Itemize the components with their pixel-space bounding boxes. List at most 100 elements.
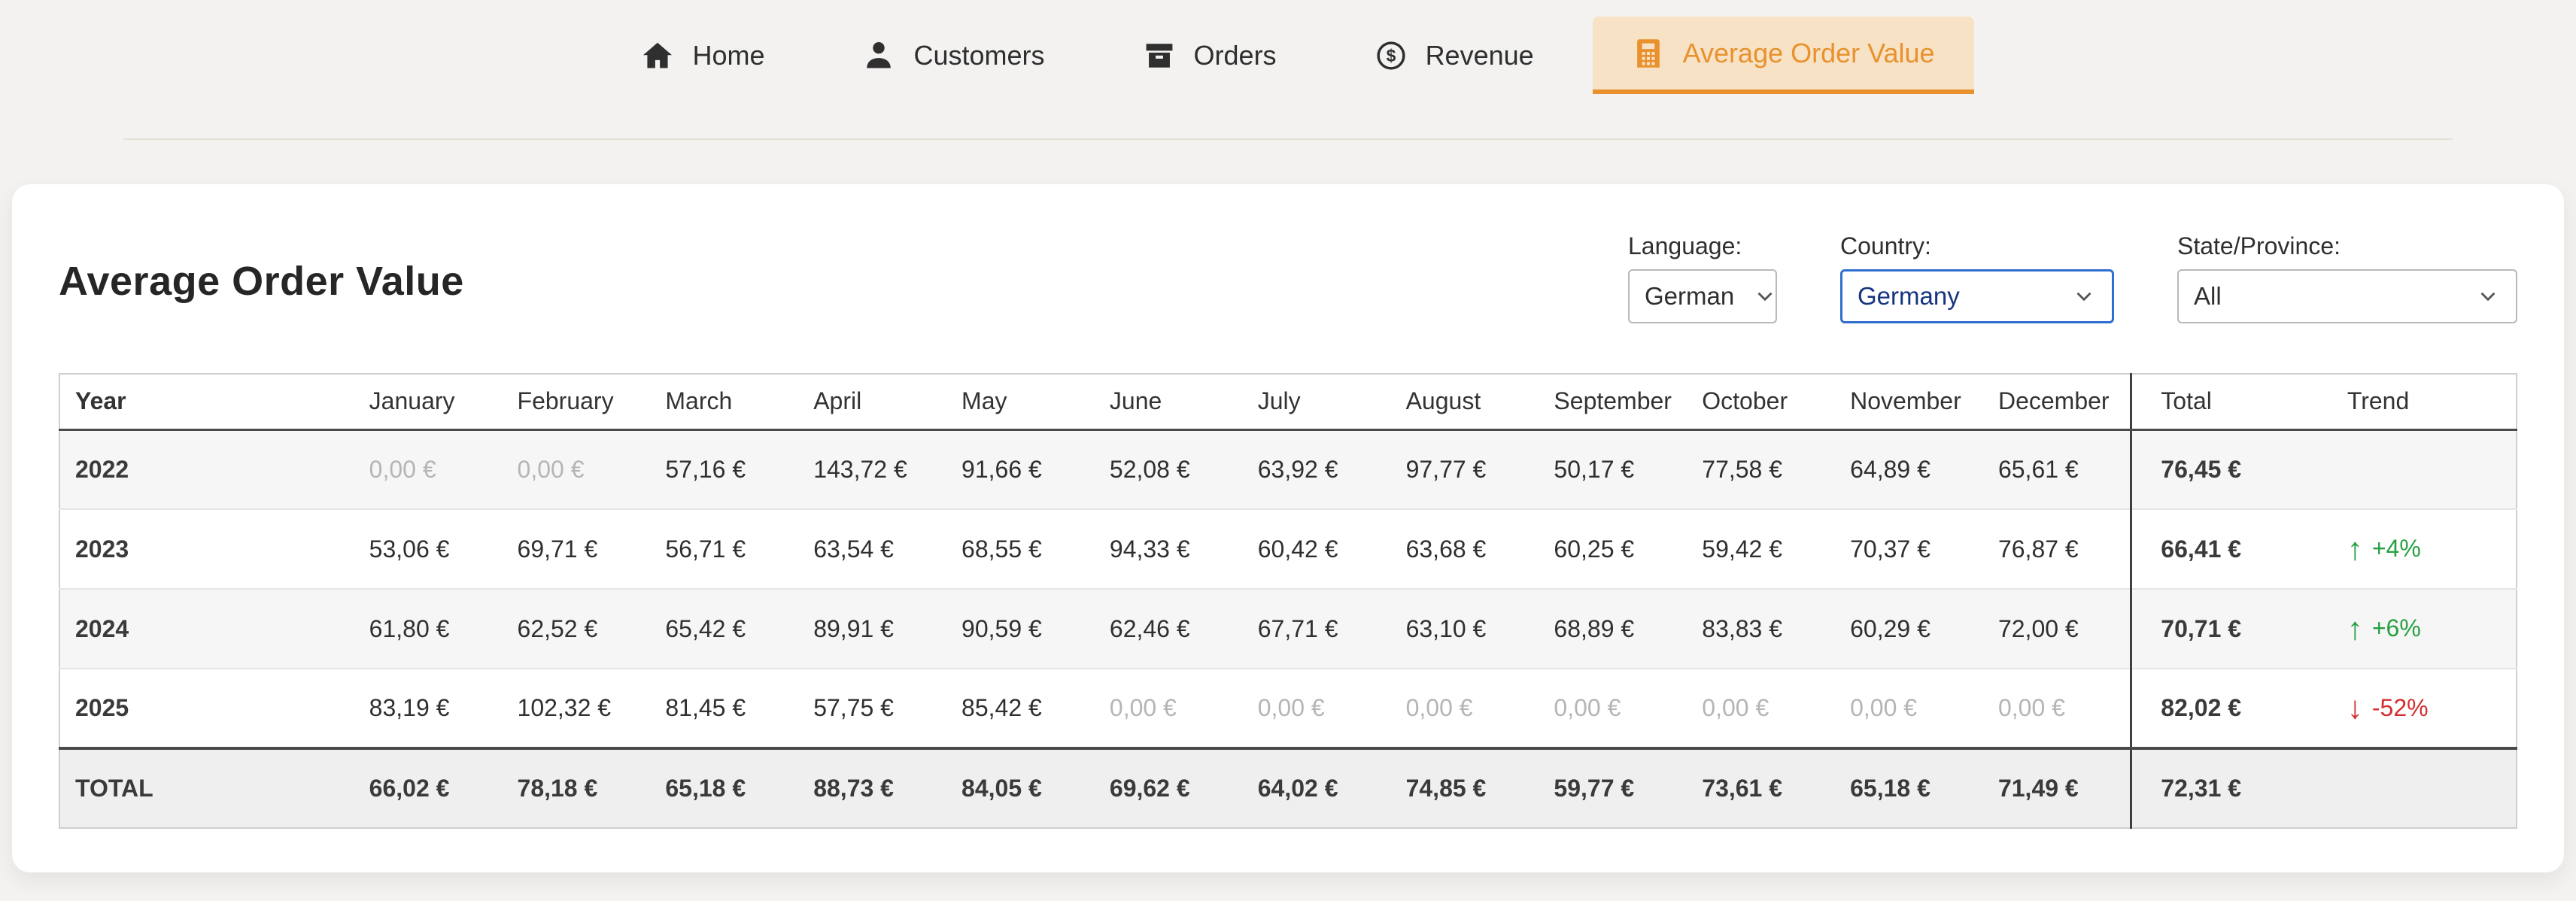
cell-year: 2022 [59,429,354,509]
tab-average-order-value[interactable]: Average Order Value [1593,17,1974,94]
country-select[interactable]: Germany [1840,269,2114,323]
language-select[interactable]: German [1628,269,1777,323]
language-select-value: German [1645,282,1734,311]
state-province-select[interactable]: All [2177,269,2517,323]
cell-month: 56,71 € [650,509,798,589]
cell-month: 68,89 € [1539,589,1687,669]
topbar: Home Customers Orders$Revenue Average Order… [0,0,2576,140]
cell-month: 97,77 € [1391,429,1539,509]
dashboard-page: { "nav": { "items": [ { "label": "Home",… [0,0,2576,901]
table-header-row: YearJanuaryFebruaryMarchAprilMayJuneJuly… [59,374,2517,429]
tab-orders[interactable]: Orders [1104,17,1316,94]
cell-month: 71,49 € [1983,748,2131,828]
cell-month: 84,05 € [946,748,1095,828]
cell-year: 2023 [59,509,354,589]
cell-month: 0,00 € [1539,669,1687,748]
cell-total: 70,71 € [2131,589,2319,669]
tab-home[interactable]: Home [602,17,803,94]
column-header-november: November [1835,374,1983,429]
cell-year: 2024 [59,589,354,669]
aov-table: YearJanuaryFebruaryMarchAprilMayJuneJuly… [59,373,2517,829]
tab-label: Average Order Value [1683,38,1935,69]
cell-month: 60,29 € [1835,589,1983,669]
trend-indicator: ↑ +6% [2347,613,2421,645]
orders-icon [1143,39,1176,72]
cell-month: 0,00 € [1835,669,1983,748]
cell-month: 70,37 € [1835,509,1983,589]
arrow-up-icon: ↑ [2347,533,2363,565]
top-nav: Home Customers Orders$Revenue Average Order… [0,17,2576,94]
cell-year: TOTAL [59,748,354,828]
cell-total: 66,41 € [2131,509,2319,589]
column-header-october: October [1687,374,1835,429]
cell-trend [2319,748,2517,828]
customers-icon [862,39,895,72]
tab-customers[interactable]: Customers [823,17,1083,94]
column-header-may: May [946,374,1095,429]
cell-month: 69,71 € [503,509,651,589]
cell-month: 50,17 € [1539,429,1687,509]
aov-table-wrap: YearJanuaryFebruaryMarchAprilMayJuneJuly… [59,373,2517,829]
table-row: TOTAL66,02 €78,18 € 65,18 € 88,73 €84,05 €… [59,748,2517,828]
cell-month: 64,89 € [1835,429,1983,509]
state-province-select-value: All [2194,282,2222,311]
column-header-july: July [1243,374,1391,429]
trend-indicator: ↑ +4% [2347,533,2421,565]
cell-month: 76,87 € [1983,509,2131,589]
cell-month: 89,91 € [798,589,946,669]
column-header-year: Year [59,374,354,429]
cell-month: 91,66 € [946,429,1095,509]
column-header-april: April [798,374,946,429]
cell-month: 65,42 € [650,589,798,669]
cell-month: 63,10 € [1391,589,1539,669]
topbar-divider [123,138,2453,140]
cell-month: 0,00 € [1687,669,1835,748]
cell-month: 81,45 € [650,669,798,748]
cell-month: 0,00 € [354,429,503,509]
cell-month: 88,73 € [798,748,946,828]
cell-month: 90,59 € [946,589,1095,669]
cell-month: 78,18 € [503,748,651,828]
tab-revenue[interactable]: $Revenue [1335,17,1573,94]
cell-month: 62,52 € [503,589,651,669]
cell-month: 85,42 € [946,669,1095,748]
cell-month: 57,16 € [650,429,798,509]
content-card: Average Order Value Language: German Cou… [12,184,2564,872]
cell-month: 57,75 € [798,669,946,748]
cell-total: 72,31 € [2131,748,2319,828]
calculator-icon [1632,37,1665,70]
trend-label: +4% [2372,535,2421,563]
cell-month: 67,71 € [1243,589,1391,669]
country-select-value: Germany [1858,282,1960,311]
trend-indicator: ↓-52% [2347,692,2429,724]
cell-month: 73,61 € [1687,748,1835,828]
cell-trend: ↑ +4% [2319,509,2517,589]
cell-month: 0,00 € [1391,669,1539,748]
cell-month: 61,80 € [354,589,503,669]
cell-month: 64,02 € [1243,748,1391,828]
cell-month: 65,18 € [1835,748,1983,828]
cell-month: 94,33 € [1095,509,1243,589]
column-header-september: September [1539,374,1687,429]
cell-month: 83,83 € [1687,589,1835,669]
cell-month: 143,72 € [798,429,946,509]
cell-month: 0,00 € [1243,669,1391,748]
cell-month: 65,61 € [1983,429,2131,509]
svg-text:$: $ [1386,46,1396,65]
cell-month: 63,92 € [1243,429,1391,509]
language-label: Language: [1628,232,1777,260]
cell-month: 0,00 € [1983,669,2131,748]
filters: Language: German Country: Germany State/… [1628,232,2517,323]
cell-month: 66,02 € [354,748,503,828]
column-header-june: June [1095,374,1243,429]
arrow-up-icon: ↑ [2347,613,2363,645]
chevron-down-icon [2071,284,2097,309]
trend-label: +6% [2372,614,2421,642]
arrow-down-icon: ↓ [2347,692,2363,724]
tab-label: Home [692,40,764,71]
filter-state-province: State/Province: All [2177,232,2517,323]
cell-month: 63,54 € [798,509,946,589]
cell-trend [2319,429,2517,509]
card-header: Average Order Value Language: German Cou… [59,184,2517,323]
cell-month: 59,77 € [1539,748,1687,828]
